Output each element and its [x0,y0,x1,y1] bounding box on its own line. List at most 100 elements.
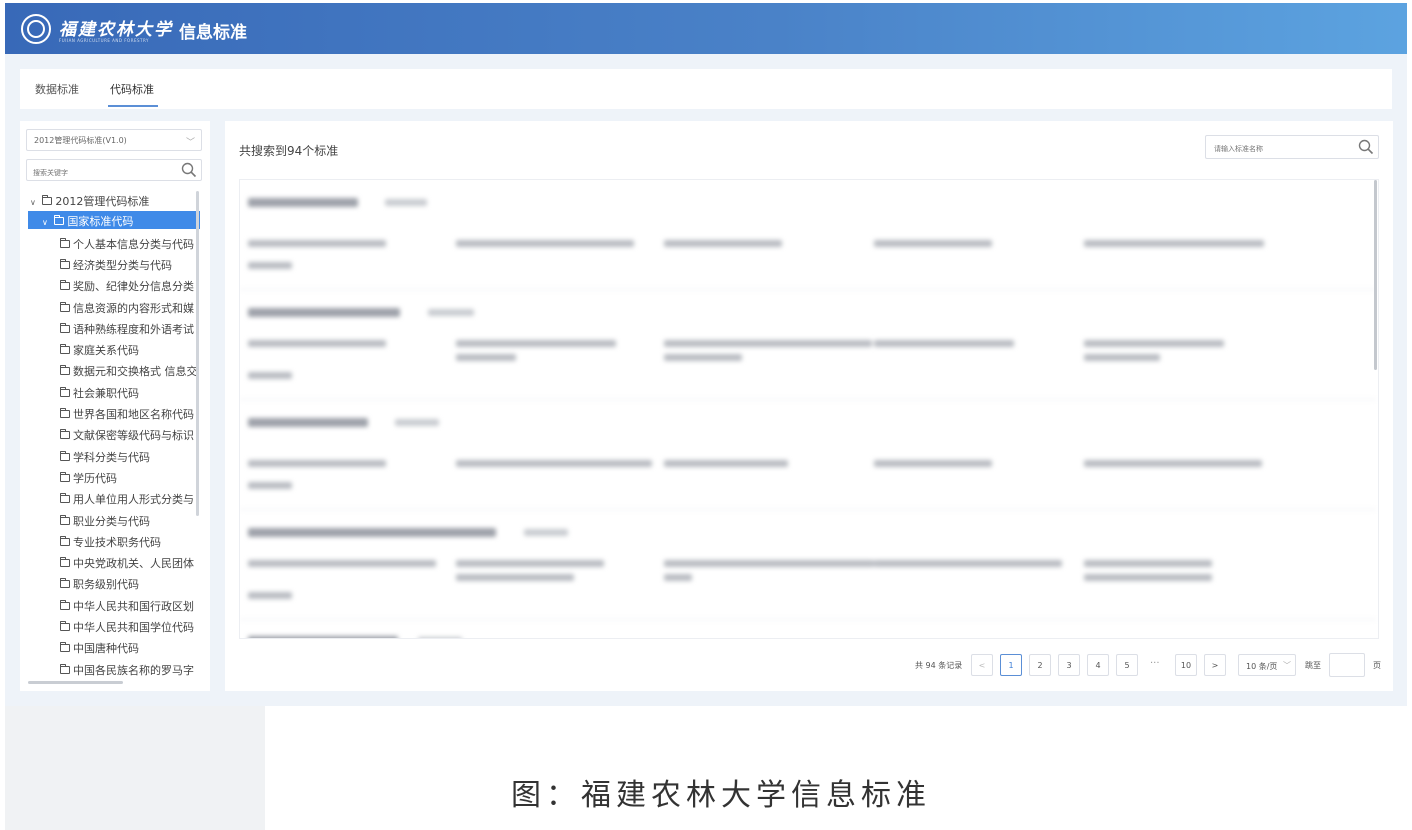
standard-card[interactable] [240,290,1376,400]
tree-item[interactable]: 用人单位用人形式分类与 [60,489,200,510]
tree-item-label: 中国唐种代码 [73,642,139,656]
sidebar-search-input[interactable] [27,163,167,184]
school-name-en: FUJIAN AGRICULTURE AND FORESTRY UNIVERSI… [59,38,149,42]
folder-icon [60,408,70,419]
tree-item-label: 文献保密等级代码与标识 [73,429,194,443]
folder-icon [60,450,70,461]
standard-search-input[interactable] [1206,138,1346,161]
figure-caption: 图：福建农林大学信息标准 [511,778,931,813]
tree-item[interactable]: 家庭关系代码 [60,339,200,360]
tab-code-standard[interactable]: 代码标准 [110,81,154,97]
page-size-value: 10 条/页 [1246,662,1278,671]
folder-icon [60,557,70,568]
tree-item-label: 数据元和交换格式 信息交 [73,365,198,379]
tree-item[interactable]: 个人基本信息分类与代码 [60,233,200,254]
tree-item[interactable]: 文献保密等级代码与标识 [60,425,200,446]
header: 福建农林大学 FUJIAN AGRICULTURE AND FORESTRY U… [5,3,1407,54]
pagination: 共 94 条记录 < 1 2 3 4 5 ··· 10 > 10 条/页 ﹀ 跳… [225,653,1393,679]
tree-item-label: 社会兼职代码 [73,386,139,400]
main-panel: 共搜索到94个标准 请输入标准名称 共 94 条记录 < 1 2 3 4 5 ·… [225,121,1393,691]
standard-card[interactable] [240,510,1376,620]
list-scrollbar[interactable] [1374,180,1377,370]
folder-icon [60,322,70,333]
tree-node-selected[interactable]: ∨ 国家标准代码 [28,211,200,229]
pagination-total: 共 94 条记录 [915,661,963,670]
page-button-3[interactable]: 3 [1058,654,1080,676]
folder-open-icon [54,215,65,225]
standard-search [1205,135,1379,161]
folder-icon [60,514,70,525]
university-logo-icon [21,14,51,44]
tree-item[interactable]: 奖励、纪律处分信息分类 [60,276,200,297]
page-button-last[interactable]: 10 [1175,654,1197,676]
tree-item[interactable]: 中国唐种代码 [60,638,200,659]
jump-page-input-box [1329,653,1365,677]
page-button-2[interactable]: 2 [1029,654,1051,676]
tree-item[interactable]: 中华人民共和国学位代码 [60,616,200,637]
tree-item-label: 职业分类与代码 [73,514,150,528]
folder-icon [60,663,70,674]
pagination-ellipsis[interactable]: ··· [1150,658,1160,669]
page-button-1[interactable]: 1 [1000,654,1022,676]
tree-item-label: 中国各民族名称的罗马字 [73,663,194,677]
tree-item[interactable]: 语种熟练程度和外语考试 [60,318,200,339]
version-select-value: 2012管理代码标准(V1.0) [34,136,127,145]
tree-root-label: 2012管理代码标准 [55,195,150,208]
page-button-5[interactable]: 5 [1116,654,1138,676]
standard-card[interactable] [240,620,1376,638]
search-icon[interactable] [181,162,197,178]
next-page-button[interactable]: > [1204,654,1226,676]
tree-item-label: 专业技术职务代码 [73,535,161,549]
tree-item[interactable]: 专业技术职务代码 [60,531,200,552]
tree-item[interactable]: 数据元和交换格式 信息交 [60,361,200,382]
folder-icon [60,237,70,248]
tree-item-label: 中央党政机关、人民团体 [73,557,194,571]
tree-children: 个人基本信息分类与代码经济类型分类与代码 奖励、纪律处分信息分类 信息资源的内容形式… [60,233,200,680]
jump-label: 跳至 [1305,661,1321,670]
tab-data-standard[interactable]: 数据标准 [35,81,79,97]
version-select[interactable]: 2012管理代码标准(V1.0) ﹀ [26,129,202,151]
tree-scrollbar[interactable] [196,191,199,516]
app-window: 福建农林大学 FUJIAN AGRICULTURE AND FORESTRY U… [5,3,1407,706]
tree-item-label: 中华人民共和国学位代码 [73,620,194,634]
prev-page-button[interactable]: < [971,654,993,676]
tree-item-label: 学历代码 [73,471,117,485]
folder-icon [60,642,70,653]
page-button-4[interactable]: 4 [1087,654,1109,676]
result-count: 共搜索到94个标准 [239,144,339,158]
folder-open-icon [42,195,53,205]
chevron-down-icon: ∨ [42,218,48,227]
tabs-bar: 数据标准 代码标准 [20,69,1392,109]
tree-horizontal-scrollbar[interactable] [28,681,123,684]
tree-item[interactable]: 中华人民共和国行政区划 [60,595,200,616]
page-size-select[interactable]: 10 条/页 ﹀ [1238,654,1296,676]
tree-node-selected-label: 国家标准代码 [67,215,134,228]
active-tab-indicator [108,105,158,107]
tree-item-label: 世界各国和地区名称代码 [73,408,194,422]
tree-item[interactable]: 社会兼职代码 [60,382,200,403]
jump-page-input[interactable] [1330,654,1360,675]
folder-icon [60,578,70,589]
tree-item[interactable]: 中国各民族名称的罗马字 [60,659,200,680]
tree-item[interactable]: 世界各国和地区名称代码 [60,403,200,424]
folder-icon [60,344,70,355]
folder-icon [60,620,70,631]
tree-item[interactable]: 经济类型分类与代码 [60,254,200,275]
folder-icon [60,535,70,546]
tree-item[interactable]: 信息资源的内容形式和媒 [60,297,200,318]
standard-card[interactable] [240,180,1376,290]
tree-item-label: 用人单位用人形式分类与 [73,493,194,507]
tree-root[interactable]: ∨ 2012管理代码标准 [30,193,149,209]
tree-item[interactable]: 职务级别代码 [60,574,200,595]
tree-item[interactable]: 职业分类与代码 [60,510,200,531]
folder-icon [60,493,70,504]
search-icon[interactable] [1358,139,1374,155]
chevron-down-icon: ﹀ [185,138,195,148]
tree-item[interactable]: 学历代码 [60,467,200,488]
tree-item[interactable]: 学科分类与代码 [60,446,200,467]
tree-item-label: 个人基本信息分类与代码 [73,237,194,251]
tree-item[interactable]: 中央党政机关、人民团体 [60,552,200,573]
folder-icon [60,365,70,376]
folder-icon [60,301,70,312]
standard-card[interactable] [240,400,1376,510]
